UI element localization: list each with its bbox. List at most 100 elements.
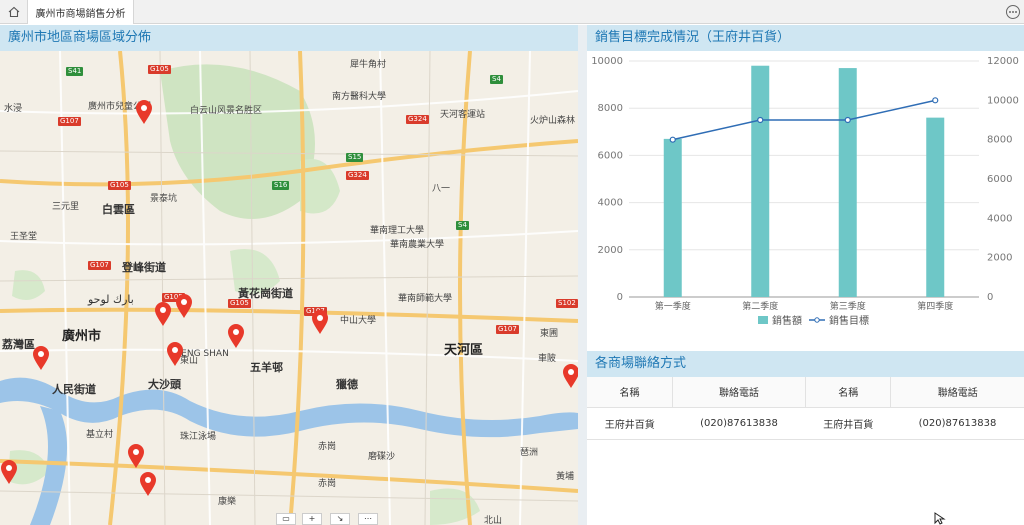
ellipsis-circle-icon [1009,11,1017,13]
mall-location-pin[interactable] [562,363,578,389]
y-right-tick-label: 2000 [987,253,1012,264]
y-right-tick-label: 0 [987,292,993,303]
map-label: 華南農業大學 [390,240,445,250]
map-label: 水浸 [4,104,23,114]
cell-mall-name: 王府井百貨 [587,407,673,440]
road-shield: S16 [272,181,290,190]
legend-marker-target [814,317,820,323]
mall-location-pin[interactable] [32,345,50,371]
mall-distribution-map[interactable]: 犀牛角村 廣州市兒童公園 白云山风景名胜区 南方醫科大學 水浸 天河客運站 火炉… [0,51,578,525]
mall-location-pin[interactable] [154,301,172,327]
map-label: 荔灣區 [2,338,35,351]
tab-mall-sales-analysis[interactable]: 廣州市商場銷售分析 [28,0,134,24]
road-shield: G105 [148,65,171,74]
map-label: 景泰坑 [150,194,178,204]
map-fullscreen-button[interactable]: ↘ [330,513,350,525]
map-label: 車陂 [538,354,557,364]
chart-bar [838,68,857,297]
y-right-tick-label: 12000 [987,56,1019,67]
map-label: 廣州市 [62,329,102,344]
y-left-tick-label: 2000 [598,245,623,256]
map-label: 王圣堂 [10,232,38,242]
contacts-panel-title: 各商場聯絡方式 [587,351,1024,377]
map-label: 天河區 [444,343,484,358]
column-header-phone[interactable]: 聯絡電話 [672,377,806,408]
mall-location-pin[interactable] [311,309,329,335]
home-button[interactable] [0,0,28,24]
target-point [844,116,851,124]
map-label: 五羊邨 [250,361,283,374]
map-label: 白雲區 [102,203,135,216]
panel-divider [578,25,587,525]
mall-location-pin[interactable] [166,341,184,367]
mall-location-pin[interactable] [227,323,245,349]
tab-menu-button[interactable] [1006,5,1020,19]
road-shield: S4 [490,75,503,84]
column-header-phone[interactable]: 聯絡電話 [890,377,1024,408]
road-shield: S41 [66,67,84,76]
column-header-name[interactable]: 名稱 [587,377,673,408]
chart-panel-title: 銷售目標完成情況（王府井百貨） [587,25,1024,51]
map-label: 康樂 [218,497,237,507]
chart-bar [663,138,682,297]
legend-label-target: 銷售目標 [829,314,869,327]
table-row[interactable]: 王府井百貨 (020)87613838 王府井百貨 (020)87613838 [587,407,1024,440]
mall-location-pin[interactable] [127,443,145,469]
target-point [932,97,939,104]
map-label: 天河客運站 [440,110,486,120]
column-header-name[interactable]: 名稱 [805,377,892,408]
chart-bar [926,117,945,297]
map-label: 白云山风景名胜区 [190,106,263,116]
map-label: 八一 [432,184,451,194]
target-line [672,99,936,141]
y-left-tick-label: 8000 [598,103,623,114]
map-label: 赤崗 [318,479,337,489]
y-right-tick-label: 10000 [987,95,1019,106]
y-right-tick-label: 8000 [987,135,1012,146]
map-label: 獵德 [336,378,358,391]
map-label: 黃埔 [556,472,575,482]
table-header-row: 名稱 聯絡電話 名稱 聯絡電話 [587,377,1024,408]
map-label: 中山大學 [340,316,377,326]
map-label: 南方醫科大學 [332,92,387,102]
mouse-cursor-icon [934,512,946,525]
map-label: 珠江泳場 [180,432,217,442]
legend-label-sales: 銷售額 [772,314,802,327]
tab-bar: 廣州市商場銷售分析 [0,0,1024,24]
cell-phone: (020)87613838 [672,407,806,440]
map-label: 犀牛角村 [350,60,387,70]
x-tick-label: 第一季度 [655,300,691,312]
x-tick-label: 第二季度 [742,300,778,312]
map-layer-button[interactable]: ▭ [276,513,296,525]
map-more-button[interactable]: ⋯ [358,513,378,525]
map-label: 大沙頭 [148,378,181,391]
legend-swatch-sales [758,316,768,324]
mall-location-pin[interactable] [135,99,153,125]
map-label: 人民街道 [52,383,96,396]
road-shield: G107 [58,117,81,126]
x-tick-label: 第四季度 [917,300,953,312]
y-left-tick-label: 10000 [591,56,623,67]
mall-location-pin[interactable] [139,471,157,497]
road-shield: S4 [456,221,469,230]
road-shield: S15 [346,153,364,162]
app-window: 廣州市商場銷售分析 廣州市地區商場區域分佈 犀牛角村 廣州市兒童公園 白云山风景… [0,0,1024,525]
y-left-tick-label: 0 [617,292,623,303]
road-shield: G107 [496,325,519,334]
map-zoom-in-button[interactable]: + [302,513,322,525]
road-shield: G107 [88,261,111,270]
contacts-table-container: 名稱 聯絡電話 名稱 聯絡電話 王府井百貨 (020)87613838 王府井百… [587,377,1024,525]
chart-svg: 0 2000 4000 6000 8000 10000 0 2000 4000 6000 8000 1… [591,56,1019,327]
road-shield: G105 [108,181,131,190]
target-point [757,116,764,124]
map-panel-title: 廣州市地區商場區域分佈 [0,25,578,51]
map-label: 北山 [484,516,503,525]
home-icon [8,6,19,18]
mall-location-pin[interactable] [0,459,18,485]
cell-mall-name: 王府井百貨 [805,407,891,440]
map-label: 東圃 [540,329,559,339]
map-label: 華南理工大學 [370,226,425,236]
map-label: 華南師範大學 [398,294,453,304]
chart-bar [751,65,770,297]
mall-location-pin[interactable] [175,293,193,319]
